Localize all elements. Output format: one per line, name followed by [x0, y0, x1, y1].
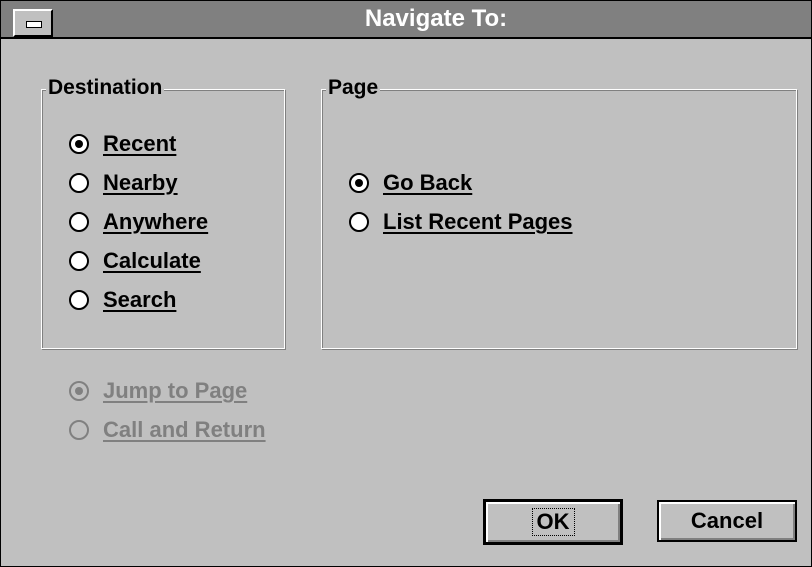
radio-indicator: [69, 212, 89, 232]
title-bar: Navigate To:: [1, 1, 811, 39]
radio-nearby[interactable]: Nearby: [69, 170, 178, 196]
radio-indicator: [69, 251, 89, 271]
radio-label: Calculate: [103, 248, 201, 273]
dialog-title: Navigate To:: [364, 5, 508, 32]
system-menu-button[interactable]: [13, 9, 53, 37]
cancel-button[interactable]: Cancel: [657, 500, 797, 542]
radio-indicator: [349, 212, 369, 232]
radio-list-recent-pages[interactable]: List Recent Pages: [349, 209, 573, 235]
radio-label: Jump to Page: [103, 378, 248, 403]
radio-indicator: [349, 173, 369, 193]
radio-label: Anywhere: [103, 209, 209, 234]
radio-label: Search: [103, 287, 177, 312]
radio-label: Nearby: [103, 170, 178, 195]
radio-indicator: [69, 134, 89, 154]
cancel-button-label: Cancel: [690, 508, 764, 533]
radio-label: List Recent Pages: [383, 209, 573, 234]
radio-recent[interactable]: Recent: [69, 131, 176, 157]
radio-go-back[interactable]: Go Back: [349, 170, 472, 196]
radio-calculate[interactable]: Calculate: [69, 248, 201, 274]
radio-label: Recent: [103, 131, 177, 156]
radio-indicator: [69, 381, 89, 401]
ok-button-label: OK: [531, 508, 575, 536]
radio-indicator: [69, 173, 89, 193]
radio-anywhere[interactable]: Anywhere: [69, 209, 208, 235]
radio-label: Go Back: [383, 170, 473, 195]
navigate-to-dialog: Navigate To: Destination Recent Nearby A…: [0, 0, 812, 567]
radio-jump-to-page[interactable]: Jump to Page: [69, 378, 247, 404]
radio-search[interactable]: Search: [69, 287, 176, 313]
radio-indicator: [69, 290, 89, 310]
page-group-label: Page: [326, 76, 381, 100]
destination-group-label: Destination: [46, 76, 165, 100]
ok-button[interactable]: OK: [483, 499, 623, 545]
radio-label: Call and Return: [103, 417, 266, 442]
radio-indicator: [69, 420, 89, 440]
system-menu-icon: [26, 21, 42, 28]
radio-call-and-return[interactable]: Call and Return: [69, 417, 266, 443]
